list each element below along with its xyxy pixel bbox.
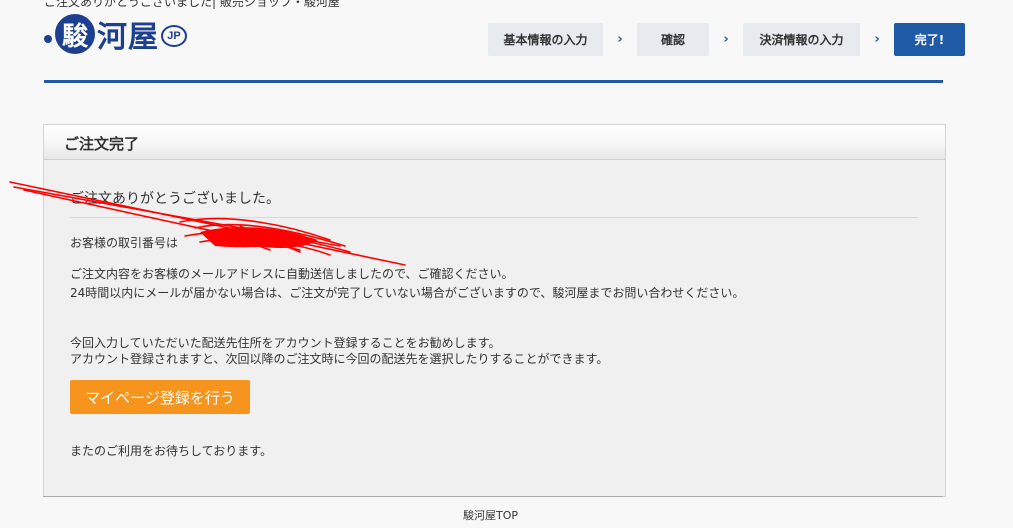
transaction-number-label: お客様の取引番号は: [70, 236, 179, 250]
step-arrow-icon: ›: [874, 32, 880, 47]
checkout-steps: 基本情報の入力 › 確認 › 決済情報の入力 › 完了!: [488, 23, 965, 56]
account-notice-line-2: アカウント登録されますと、次回以降のご注文時に今回の配送先を選択したりすることが…: [70, 352, 609, 366]
logo-text: 河屋: [97, 20, 159, 55]
step-confirm: 確認: [637, 23, 709, 56]
account-notice-line-1: 今回入力していただいた配送先住所をアカウント登録することをお勧めします。: [70, 336, 501, 350]
step-basic-info: 基本情報の入力: [488, 23, 603, 56]
logo-mark: 駿: [55, 14, 95, 54]
thanks-message: ご注文ありがとうございました。: [70, 191, 280, 207]
email-notice-line-1: ご注文内容をお客様のメールアドレスに自動送信しましたので、ご確認ください。: [70, 267, 514, 281]
step-arrow-icon: ›: [723, 32, 729, 47]
closing-message: またのご利用をお待ちしております。: [70, 444, 273, 458]
logo-dot: [44, 35, 52, 43]
step-complete: 完了!: [894, 23, 965, 56]
footer-divider: [43, 496, 943, 497]
content-divider: [70, 217, 918, 218]
site-logo[interactable]: 駿 河屋 JP: [44, 12, 187, 56]
panel-title: ご注文完了: [44, 125, 945, 160]
footer-top-link[interactable]: 駿河屋TOP: [463, 507, 518, 523]
page-title: ご注文ありがとうございました| 販売ショップ・駿河屋: [44, 0, 340, 9]
step-arrow-icon: ›: [617, 32, 623, 47]
order-complete-panel: ご注文完了 ご注文ありがとうございました。 お客様の取引番号は ご注文内容をお客…: [43, 124, 946, 497]
logo-jp-badge: JP: [161, 25, 187, 47]
mypage-register-button[interactable]: マイページ登録を行う: [70, 380, 250, 414]
email-notice-line-2: 24時間以内にメールが届かない場合は、ご注文が完了していない場合がございますので…: [70, 286, 745, 300]
step-payment-info: 決済情報の入力: [743, 23, 860, 56]
header-divider: [44, 80, 943, 83]
